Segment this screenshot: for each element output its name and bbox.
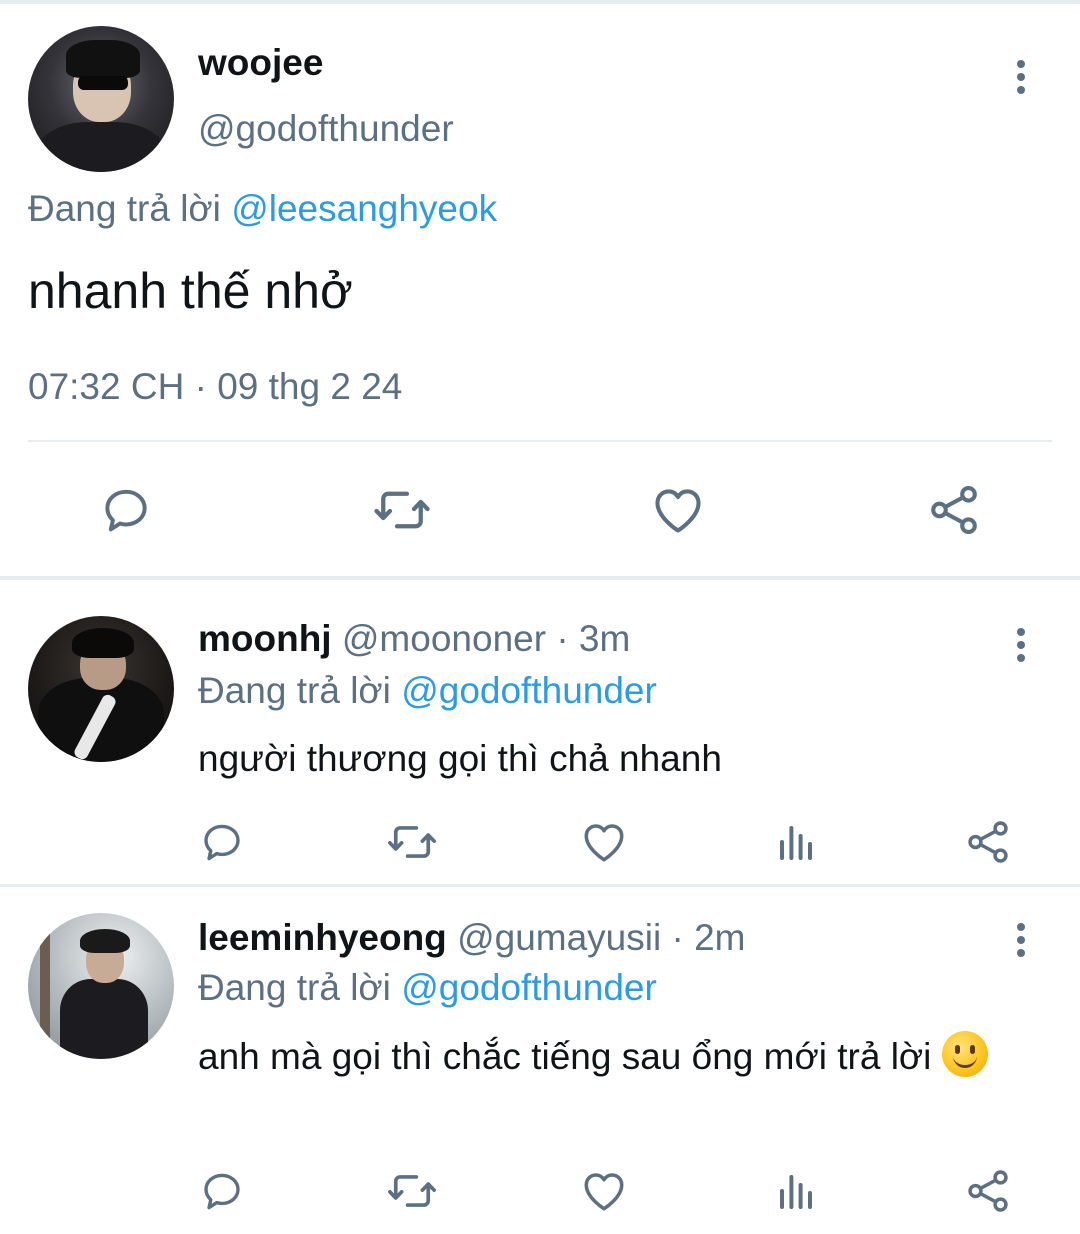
avatar[interactable] [28,913,174,1059]
reply-text-content: anh mà gọi thì chắc tiếng sau ổng mới tr… [198,1036,932,1077]
analytics-icon[interactable] [768,1163,824,1219]
tweet-text: nhanh thế nhở [28,263,353,319]
author-name[interactable]: woojee [198,42,323,84]
main-tweet: woojee @godofthunder Đang trả lời @leesa… [0,4,1080,576]
replying-prefix: Đang trả lời [28,188,221,229]
like-icon[interactable] [576,1163,632,1219]
like-icon[interactable] [576,814,632,870]
avatar[interactable] [28,26,174,172]
retweet-icon[interactable] [384,814,440,870]
reply-time: · 3m [556,618,631,659]
more-options-icon[interactable] [1015,628,1027,662]
replying-to-link[interactable]: @godofthunder [401,670,657,711]
more-options-icon[interactable] [1015,923,1027,957]
author-handle[interactable]: @gumayusii [457,917,661,958]
share-icon[interactable] [924,480,984,540]
retweet-icon[interactable] [384,1163,440,1219]
replying-to: Đang trả lời @godofthunder [198,670,657,712]
reply-header: moonhj @moononer · 3m [198,618,630,660]
avatar[interactable] [28,616,174,762]
like-icon[interactable] [648,480,708,540]
share-icon[interactable] [960,1163,1016,1219]
reply-time: · 2m [671,917,746,958]
replying-to: Đang trả lời @leesanghyeok [28,188,497,230]
share-icon[interactable] [960,814,1016,870]
replying-prefix: Đang trả lời [198,967,391,1008]
author-name[interactable]: leeminhyeong [198,917,447,958]
author-name[interactable]: moonhj [198,618,332,659]
tweet-actions [0,480,1080,540]
more-options-icon[interactable] [1015,60,1027,94]
reply-tweet[interactable]: leeminhyeong @gumayusii · 2m Đang trả lờ… [0,887,1080,1234]
retweet-icon[interactable] [372,480,432,540]
divider [28,440,1052,442]
slightly-smiling-face-icon [941,1031,988,1077]
reply-tweet[interactable]: moonhj @moononer · 3m Đang trả lời @godo… [0,580,1080,884]
reply-actions [0,814,1080,870]
reply-actions [0,1163,1080,1219]
reply-icon[interactable] [194,1163,250,1219]
author-handle[interactable]: @moononer [342,618,546,659]
reply-text: người thương gọi thì chả nhanh [198,738,722,779]
replying-prefix: Đang trả lời [198,670,391,711]
reply-icon[interactable] [194,814,250,870]
replying-to-link[interactable]: @leesanghyeok [231,188,497,229]
reply-text: anh mà gọi thì chắc tiếng sau ổng mới tr… [198,1031,1018,1082]
reply-icon[interactable] [96,480,156,540]
replying-to-link[interactable]: @godofthunder [401,967,657,1008]
reply-header: leeminhyeong @gumayusii · 2m [198,917,745,959]
analytics-icon[interactable] [768,814,824,870]
author-handle[interactable]: @godofthunder [198,108,454,150]
tweet-timestamp[interactable]: 07:32 CH · 09 thg 2 24 [28,366,402,408]
replying-to: Đang trả lời @godofthunder [198,967,657,1009]
